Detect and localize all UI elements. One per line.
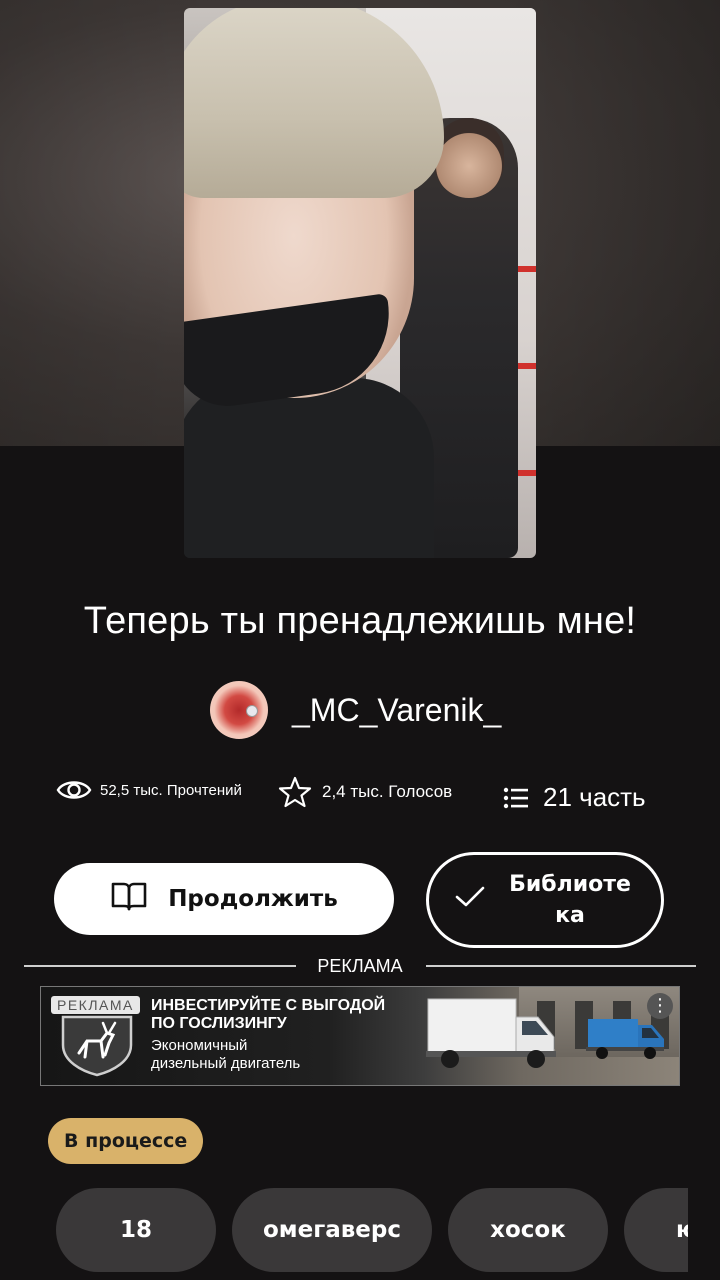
votes-count: 2,4 тыс. Голосов [322, 782, 453, 801]
ad-body: Экономичный дизельный двигатель [151, 1037, 300, 1073]
ad-headline: ИНВЕСТИРУЙТЕ С ВЫГОДОЙ ПО ГОСЛИЗИНГУ [151, 997, 385, 1033]
tag-chip[interactable]: ю [624, 1188, 688, 1272]
tag-chip[interactable]: хосок [448, 1188, 608, 1272]
ad-body-line-2: дизельный двигатель [151, 1055, 301, 1072]
list-icon [503, 786, 529, 810]
divider-line-right [426, 965, 696, 967]
reads-count: 52,5 тыс. Прочтений [100, 781, 242, 799]
author-name[interactable]: _MC_Varenik_ [292, 692, 501, 729]
story-status-badge: В процессе [48, 1118, 204, 1164]
ad-banner[interactable]: РЕКЛАМА ИНВЕСТИРУЙТЕ С ВЫГОДОЙ ПО ГОСЛИЗ… [40, 986, 680, 1086]
tag-list: 18 омегаверс хосок ю [56, 1188, 688, 1272]
tag-chip[interactable]: 18 [56, 1188, 216, 1272]
author-avatar[interactable] [210, 681, 268, 739]
ad-divider: РЕКЛАМА [24, 952, 696, 982]
ad-body-line-1: Экономичный [151, 1037, 248, 1054]
parts-count[interactable]: 21 часть [543, 782, 646, 813]
story-cover-image[interactable] [184, 8, 536, 558]
star-icon [278, 776, 312, 808]
continue-reading-button[interactable]: Продолжить [54, 863, 394, 935]
parts-stat[interactable]: 21 часть [503, 782, 646, 813]
story-title: Теперь ты пренадлежишь мне! [83, 600, 637, 642]
continue-label: Продолжить [168, 886, 338, 912]
votes-stat: 2,4 тыс. Голосов [278, 776, 452, 808]
library-label: Библиотека [509, 872, 631, 928]
check-icon [455, 886, 485, 914]
ad-menu-button[interactable]: ⋮ [647, 993, 673, 1019]
ad-headline-line-1: ИНВЕСТИРУЙТЕ С ВЫГОДОЙ [151, 997, 386, 1014]
ad-headline-line-2: ПО ГОСЛИЗИНГУ [151, 1015, 287, 1032]
gaz-deer-logo-icon [57, 1011, 137, 1077]
story-stats: 52,5 тыс. Прочтений 2,4 тыс. Голосов 21 … [0, 772, 720, 822]
eye-icon [56, 778, 92, 802]
reads-stat: 52,5 тыс. Прочтений [56, 778, 242, 802]
cover-background-head [434, 118, 504, 198]
ad-white-truck-image [426, 995, 558, 1073]
book-icon [110, 880, 148, 918]
ad-blue-truck-image [586, 1015, 666, 1061]
tag-chip[interactable]: омегаверс [232, 1188, 432, 1272]
author-row[interactable]: _MC_Varenik_ [210, 680, 501, 740]
add-to-library-button[interactable]: Библиотека [426, 852, 664, 948]
